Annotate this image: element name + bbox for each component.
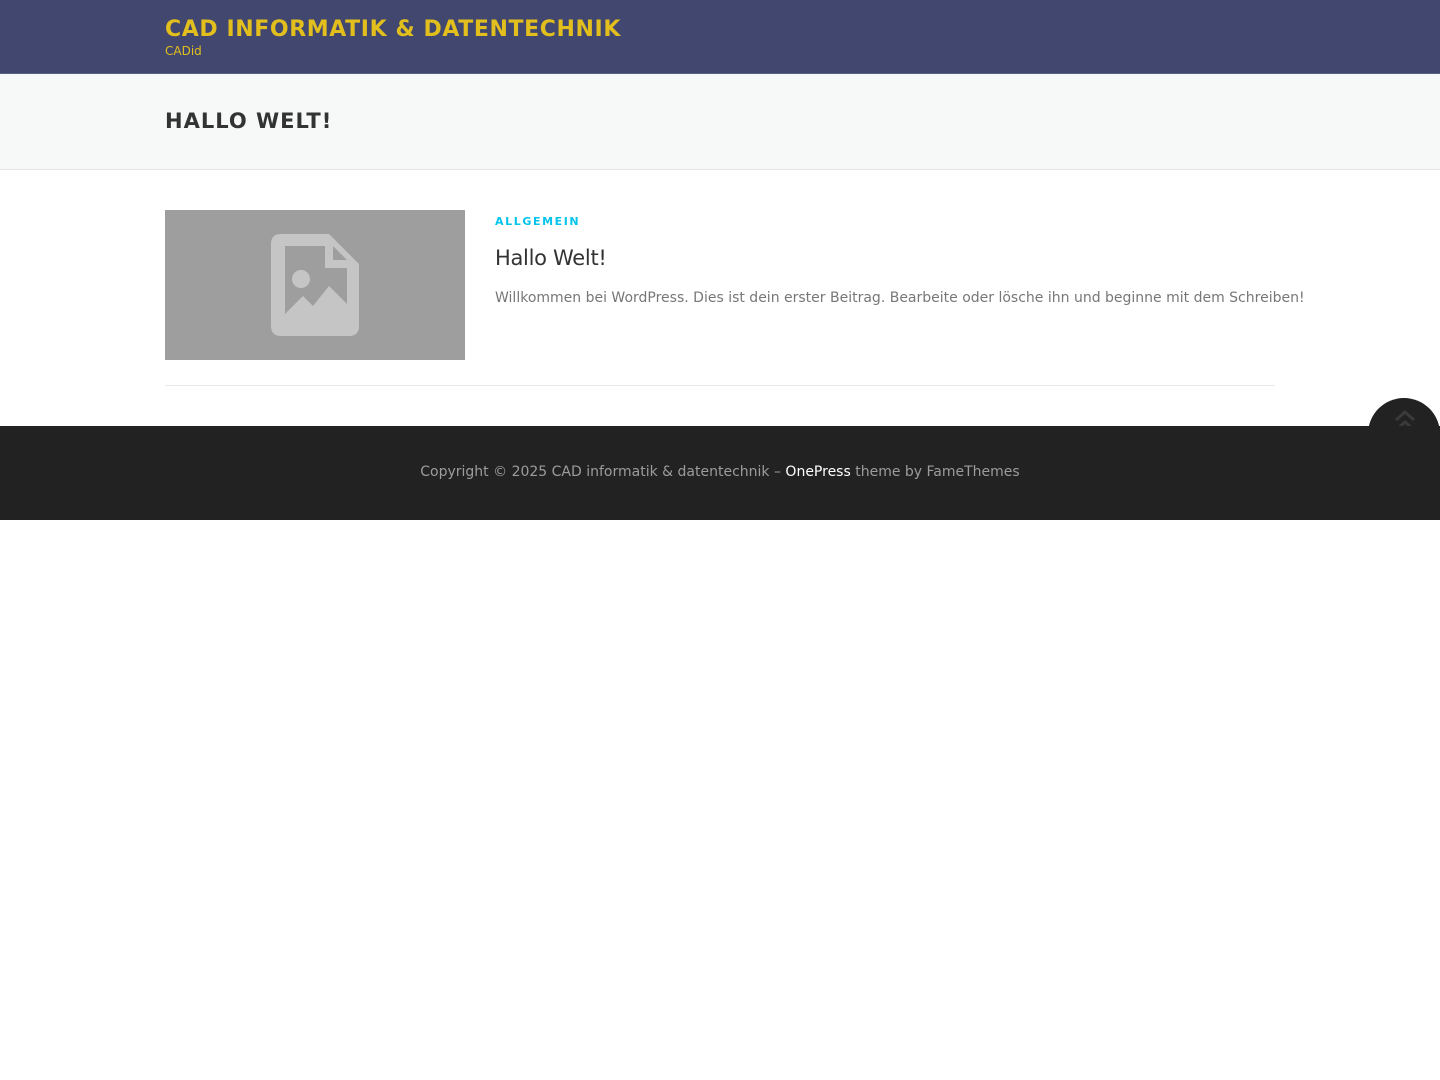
- post-thumbnail[interactable]: [165, 210, 465, 360]
- site-header: CAD INFORMATIK & DATENTECHNIK CADid: [0, 0, 1440, 74]
- post-excerpt: Willkommen bei WordPress. Dies ist dein …: [495, 290, 1305, 306]
- page-title: HALLO WELT!: [165, 109, 333, 133]
- image-placeholder-icon: [271, 234, 359, 336]
- post-title-link[interactable]: Hallo Welt!: [495, 244, 1285, 272]
- double-chevron-up-icon: [1395, 410, 1415, 426]
- site-title-link[interactable]: CAD INFORMATIK & DATENTECHNIK: [165, 17, 621, 43]
- brand: CAD INFORMATIK & DATENTECHNIK CADid: [165, 17, 621, 58]
- site-info: Copyright © 2025 CAD informatik & datent…: [0, 462, 1440, 482]
- post-list: ALLGEMEIN Hallo Welt! Willkommen bei Wor…: [165, 210, 1305, 386]
- post-body: ALLGEMEIN Hallo Welt! Willkommen bei Wor…: [495, 210, 1305, 309]
- page-header: HALLO WELT!: [0, 74, 1440, 170]
- site-tagline: CADid: [165, 44, 202, 58]
- theme-link[interactable]: OnePress: [785, 464, 850, 480]
- site-footer: Copyright © 2025 CAD informatik & datent…: [0, 426, 1440, 520]
- back-to-top-button[interactable]: [1368, 398, 1440, 426]
- theme-credit-text: theme by FameThemes: [855, 464, 1020, 480]
- copyright-text: Copyright © 2025 CAD informatik & datent…: [420, 464, 781, 480]
- post-item: ALLGEMEIN Hallo Welt! Willkommen bei Wor…: [165, 210, 1305, 386]
- post-category-link[interactable]: ALLGEMEIN: [495, 214, 580, 230]
